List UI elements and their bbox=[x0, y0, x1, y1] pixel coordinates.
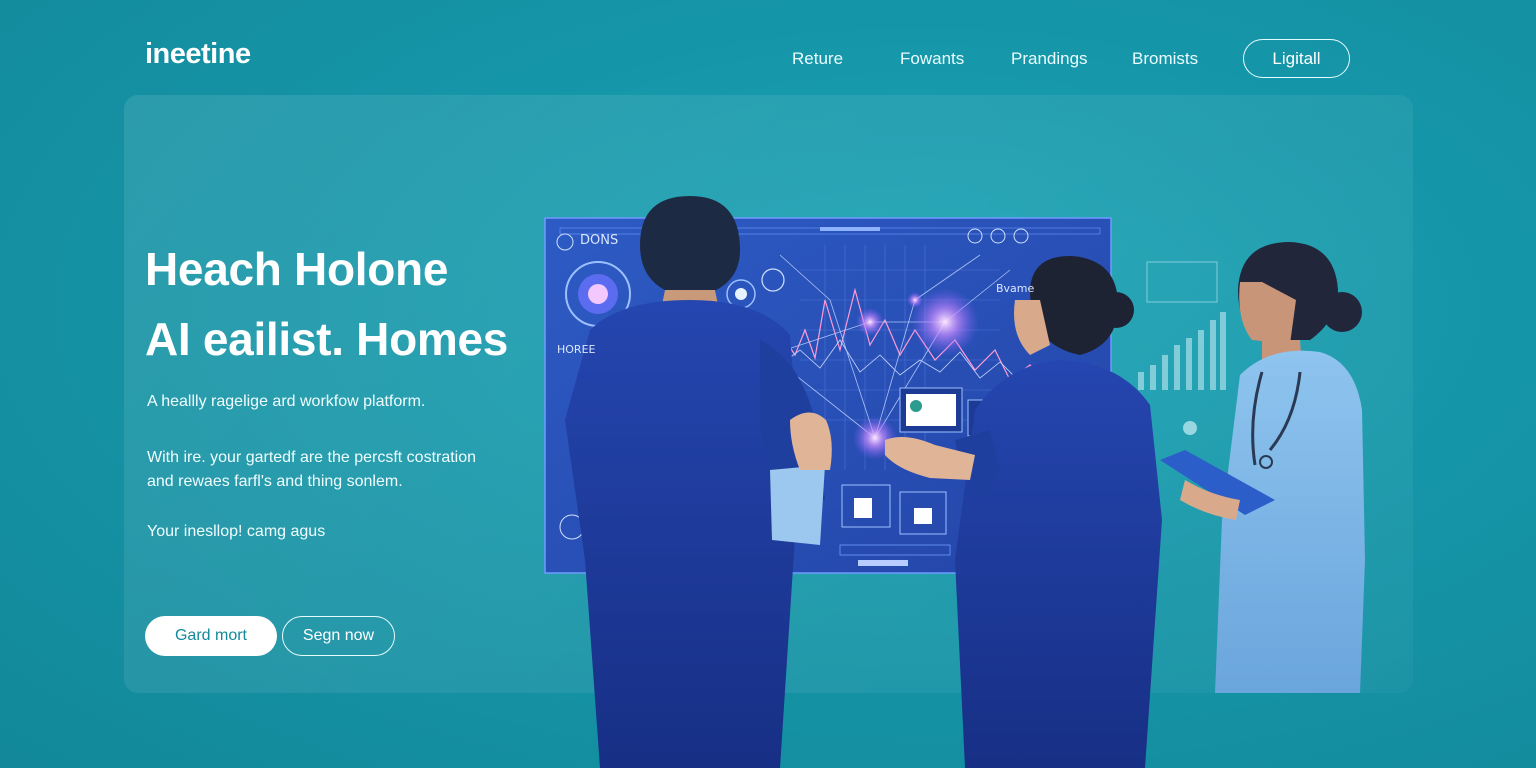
screen-label-right: Bvame bbox=[996, 282, 1035, 295]
brand-logo[interactable]: ineetine bbox=[145, 38, 251, 71]
screen-label-dons: DONS bbox=[580, 233, 619, 248]
nav-link-bromists[interactable]: Bromists bbox=[1132, 49, 1198, 69]
hero-tagline: A heallly ragelige ard workfow platform. bbox=[147, 393, 426, 410]
nav-link-prandings[interactable]: Prandings bbox=[1011, 49, 1088, 69]
hero-headline-line1: Heach Holone bbox=[145, 243, 449, 295]
hero-note: Your inesllop! camg agus bbox=[147, 523, 326, 540]
get-started-button[interactable]: Gard mort bbox=[145, 616, 277, 656]
nav-link-reture[interactable]: Reture bbox=[792, 49, 843, 69]
hero-body-line2: and rewaes farfl's and thing sonlem. bbox=[147, 473, 403, 490]
sign-up-button[interactable]: Segn now bbox=[282, 616, 395, 656]
top-navigation: ineetine Reture Fowants Prandings Bromis… bbox=[0, 0, 1536, 95]
hero-body-line1: With ire. your gartedf are the percsft c… bbox=[147, 449, 477, 466]
hero-headline-line2: AI eailist. Homes bbox=[145, 313, 509, 365]
nav-link-fowants[interactable]: Fowants bbox=[900, 49, 964, 69]
screen-label-side: HOREE bbox=[557, 343, 596, 356]
nav-cta-button[interactable]: Ligitall bbox=[1243, 39, 1350, 78]
